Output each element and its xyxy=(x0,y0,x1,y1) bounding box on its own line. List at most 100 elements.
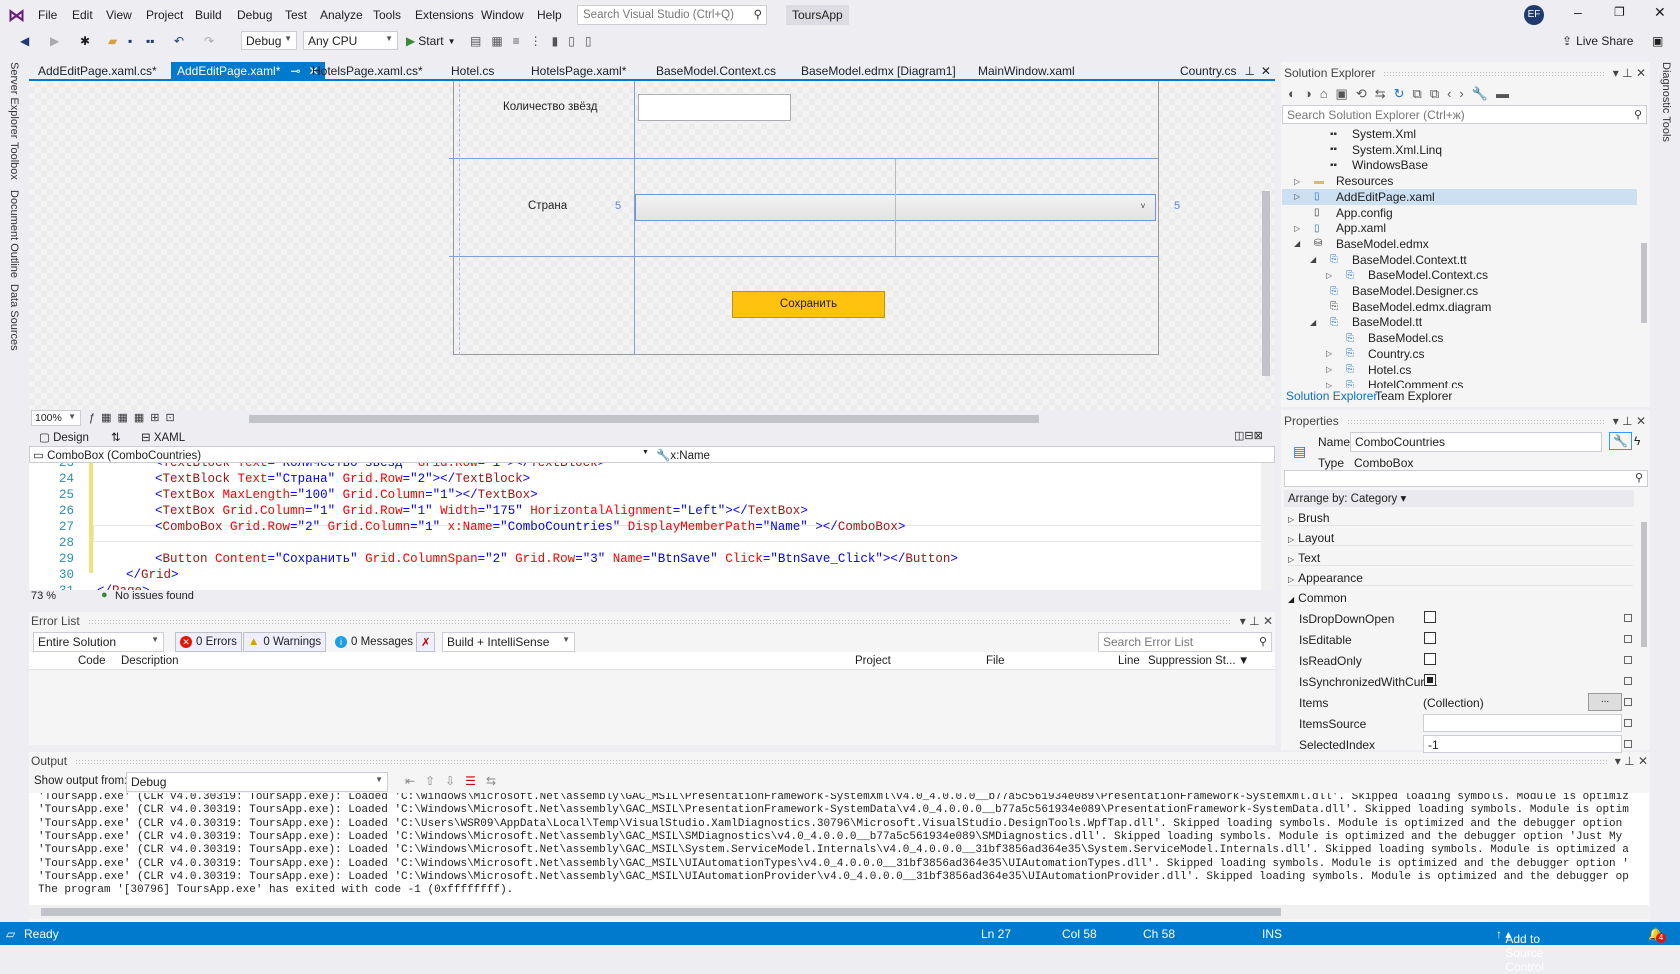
stars-label[interactable]: Количество звёзд xyxy=(503,101,597,113)
tree-item[interactable]: ⎘ BaseModel.cs xyxy=(1282,330,1637,346)
expanded-arrow-icon[interactable]: ◢ xyxy=(1310,318,1316,327)
tree-item[interactable]: ▷ ▬ Resources xyxy=(1282,173,1637,189)
tree-item[interactable]: ▷ ▯ App.xaml xyxy=(1282,220,1637,236)
collapsed-arrow-icon[interactable]: ▷ xyxy=(1294,177,1300,186)
menu-help[interactable]: Help xyxy=(537,8,562,22)
output-toolbar-icons[interactable]: ⇤⇧⇩☰⇆ xyxy=(405,774,506,788)
menu-analyze[interactable]: Analyze xyxy=(320,8,363,22)
save-all-icon[interactable]: ▪▪ xyxy=(146,31,155,51)
tree-item[interactable]: ▷ ⎘ HotelComment.cs xyxy=(1282,377,1637,388)
tree-item[interactable]: ▪▪ System.Xml xyxy=(1282,126,1637,142)
xaml-designer[interactable]: Количество звёзд Страна 5 5 v Сохранить xyxy=(29,81,1275,411)
tree-item[interactable]: ◢ ⎘ BaseModel.Context.tt xyxy=(1282,252,1637,268)
tree-item[interactable]: ▷ ⎘ BaseModel.Context.cs xyxy=(1282,267,1637,283)
tree-item[interactable]: ▯ App.config xyxy=(1282,205,1637,221)
toolbar-icons[interactable]: ▤▦≡⋮▮▯▯ xyxy=(470,31,602,51)
code-line[interactable]: <TextBlock Text="Страна" Grid.Row="2"></… xyxy=(155,472,530,488)
advanced-options-icon[interactable] xyxy=(1624,719,1632,727)
pin-icon[interactable]: ⊥ xyxy=(1244,64,1254,78)
output-text[interactable]: 'ToursApp.exe' (CLR v4.0.30319: ToursApp… xyxy=(29,793,1629,905)
diagnostic-tools-tab[interactable]: Diagnostic Tools xyxy=(1660,62,1672,142)
category-brush[interactable]: ▷ Brush xyxy=(1288,511,1633,526)
feedback-icon[interactable]: ▣ xyxy=(1652,31,1663,51)
redo-icon[interactable]: ↷ xyxy=(204,31,214,51)
menu-build[interactable]: Build xyxy=(195,8,222,22)
open-icon[interactable]: ▰ xyxy=(108,31,117,51)
category-layout[interactable]: ▷ Layout xyxy=(1288,531,1633,546)
menu-view[interactable]: View xyxy=(106,8,132,22)
menu-window[interactable]: Window xyxy=(481,8,524,22)
advanced-options-icon[interactable] xyxy=(1624,740,1632,748)
property-input[interactable] xyxy=(1423,714,1622,732)
search-solution-explorer-input[interactable]: Search Solution Explorer (Ctrl+ж) ⚲ xyxy=(1282,105,1647,124)
document-outline-tab[interactable]: Document Outline xyxy=(8,190,20,278)
maximize-button[interactable]: ❐ xyxy=(1614,5,1625,19)
tab-xaml[interactable]: ⊟ XAML xyxy=(141,430,185,444)
expanded-arrow-icon[interactable]: ◢ xyxy=(1310,255,1316,264)
undo-icon[interactable]: ↶ xyxy=(174,31,184,51)
code-line[interactable]: <ComboBox Grid.Row="2" Grid.Column="1" x… xyxy=(155,520,905,536)
collapsed-arrow-icon[interactable]: ▷ xyxy=(1326,349,1332,358)
output-hscrollbar[interactable] xyxy=(29,905,1649,919)
code-line[interactable]: <TextBox MaxLength="100" Grid.Column="1"… xyxy=(155,488,538,504)
tree-item[interactable]: ⎘ BaseModel.edmx.diagram xyxy=(1282,299,1637,315)
tab-document[interactable]: HotelsPage.xaml.cs* xyxy=(306,62,429,80)
tree-item[interactable]: ◢ ⛁ BaseModel.edmx xyxy=(1282,236,1637,252)
source-control-button[interactable]: ↑ Add to Source Control ▴ xyxy=(1496,927,1544,974)
forward-icon[interactable]: ▶ xyxy=(50,31,59,51)
search-error-list-input[interactable]: Search Error List ⚲ xyxy=(1098,632,1272,652)
tree-item[interactable]: ▷ ▯ AddEditPage.xaml xyxy=(1282,188,1637,205)
tab-document[interactable]: HotelsPage.xaml* xyxy=(525,62,632,80)
pin-icon[interactable]: ▾ ⊥ ✕ xyxy=(1615,754,1648,768)
pin-icon[interactable]: ▾ ⊥ ✕ xyxy=(1240,614,1273,628)
advanced-options-icon[interactable] xyxy=(1624,677,1632,685)
pin-icon[interactable]: ▾ ⊥ ✕ xyxy=(1613,414,1646,428)
code-line[interactable]: <TextBlock Text="Количество звёзд" Grid.… xyxy=(155,463,605,472)
menu-test[interactable]: Test xyxy=(285,8,307,22)
properties-vscrollbar[interactable] xyxy=(1641,522,1647,647)
clear-filter-button[interactable]: ✗ xyxy=(416,632,435,652)
close-window-button[interactable]: ✕ xyxy=(1654,4,1666,21)
output-vscrollbar[interactable] xyxy=(1629,793,1649,905)
code-line[interactable]: </Grid> xyxy=(126,568,179,584)
property-input[interactable]: -1 xyxy=(1423,735,1622,753)
designer-vscrollbar[interactable] xyxy=(1262,191,1270,376)
error-scope-select[interactable]: Entire Solution ▼ xyxy=(33,632,164,652)
category-appearance[interactable]: ▷ Appearance xyxy=(1288,571,1633,586)
platform-select[interactable]: Any CPU ▼ xyxy=(303,31,398,50)
swap-panes-icon[interactable]: ⇅ xyxy=(111,430,121,444)
menu-edit[interactable]: Edit xyxy=(72,8,93,22)
advanced-options-icon[interactable] xyxy=(1624,614,1632,622)
menu-debug[interactable]: Debug xyxy=(237,8,272,22)
element-nav-select[interactable]: ▭ ComboBox (ComboCountries) xyxy=(33,448,649,462)
designer-hscrollbar[interactable] xyxy=(249,415,1039,423)
arrange-by-select[interactable]: Arrange by: Category ▾ xyxy=(1284,490,1634,507)
property-checkbox[interactable] xyxy=(1424,653,1436,665)
tree-item[interactable]: ▪▪ WindowsBase xyxy=(1282,157,1637,173)
column-line[interactable]: Line xyxy=(1118,655,1140,667)
stars-textbox[interactable] xyxy=(638,94,791,121)
pin-icon[interactable]: ▾ ⊥ ✕ xyxy=(1613,66,1646,80)
notifications-bell-icon[interactable]: 🔔 4 xyxy=(1648,927,1666,943)
warnings-filter-button[interactable]: ▲ 0 Warnings xyxy=(243,632,327,652)
advanced-options-icon[interactable] xyxy=(1624,635,1632,643)
solution-vscrollbar[interactable] xyxy=(1641,243,1647,323)
tab-team-explorer[interactable]: Team Explorer xyxy=(1375,389,1452,403)
collapsed-arrow-icon[interactable]: ▷ xyxy=(1294,224,1300,233)
property-checkbox[interactable] xyxy=(1424,611,1436,623)
data-sources-tab[interactable]: Data Sources xyxy=(8,284,20,351)
column-description[interactable]: Description xyxy=(121,655,179,667)
save-button[interactable]: Сохранить xyxy=(732,291,885,318)
code-zoom[interactable]: 73 % xyxy=(31,590,56,602)
code-line[interactable]: <Button Content="Сохранить" Grid.ColumnS… xyxy=(155,552,958,568)
search-vs-input[interactable]: Search Visual Studio (Ctrl+Q) ⚲ xyxy=(577,5,767,25)
start-button[interactable]: ▶ Start ▼ xyxy=(406,31,456,51)
collapsed-arrow-icon[interactable]: ▷ xyxy=(1326,381,1332,388)
tree-item[interactable]: ▪▪ System.Xml.Linq xyxy=(1282,142,1637,158)
back-icon[interactable]: ◀ xyxy=(20,31,29,51)
zoom-select[interactable]: 100% ▼ xyxy=(31,410,81,426)
property-checkbox[interactable] xyxy=(1424,632,1436,644)
new-project-icon[interactable]: ✱ xyxy=(80,31,90,51)
server-explorer-tab[interactable]: Server Explorer xyxy=(8,62,20,138)
config-select[interactable]: Debug ▼ xyxy=(241,31,297,50)
